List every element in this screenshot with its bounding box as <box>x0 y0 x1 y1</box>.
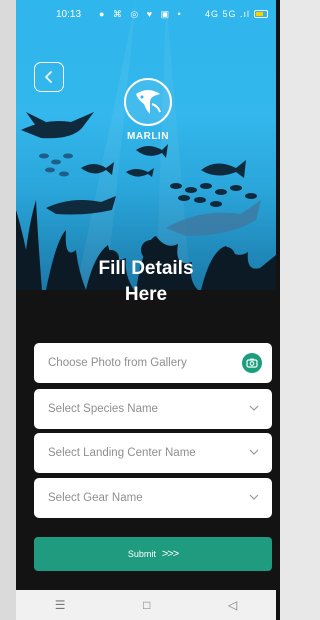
photo-placeholder: Choose Photo from Gallery <box>48 357 187 369</box>
submit-label: Submit <box>127 549 156 559</box>
camera-icon <box>246 358 258 368</box>
back-nav-icon[interactable]: ◁ <box>228 598 237 612</box>
app-screen: 10:13 ● ⌘ ◎ ♥ ▣ • 4G 5G .ıl MARLIN Fill … <box>0 0 280 620</box>
chevron-down-icon <box>249 449 259 455</box>
status-bar: 10:13 ● ⌘ ◎ ♥ ▣ • 4G 5G .ıl <box>16 0 276 30</box>
left-edge <box>0 0 16 620</box>
landing-center-select[interactable]: Select Landing Center Name <box>34 433 272 473</box>
form-title: Fill Details Here <box>16 256 276 308</box>
logo-text: MARLIN <box>127 131 169 142</box>
status-time: 10:13 <box>56 9 82 20</box>
species-select[interactable]: Select Species Name <box>34 389 272 429</box>
form-title-line2: Here <box>124 284 168 305</box>
chevron-left-icon <box>44 71 52 83</box>
species-placeholder: Select Species Name <box>48 403 158 415</box>
menu-nav-icon[interactable]: ☰ <box>55 598 66 612</box>
landing-placeholder: Select Landing Center Name <box>48 447 196 459</box>
chevron-down-icon <box>249 405 259 411</box>
marlin-logo-icon <box>124 78 172 126</box>
gear-select[interactable]: Select Gear Name <box>34 478 272 518</box>
ocean-hero <box>16 0 276 290</box>
battery-icon <box>254 10 268 18</box>
gear-placeholder: Select Gear Name <box>48 492 143 504</box>
submit-arrows-icon: >>> <box>161 548 179 560</box>
ocean-illustration <box>16 0 276 290</box>
network-indicator: 4G 5G .ıl <box>204 9 250 19</box>
photo-picker-field[interactable]: Choose Photo from Gallery <box>34 343 272 383</box>
chevron-down-icon <box>249 494 259 500</box>
home-nav-icon[interactable]: □ <box>143 598 150 612</box>
submit-button[interactable]: Submit >>> <box>34 537 272 571</box>
camera-button[interactable] <box>242 353 262 373</box>
notification-icons: ● ⌘ ◎ ♥ ▣ • <box>99 9 184 19</box>
back-button[interactable] <box>34 62 64 92</box>
system-nav-bar: ☰ □ ◁ <box>16 590 276 620</box>
form-title-line1: Fill Details <box>98 258 194 279</box>
